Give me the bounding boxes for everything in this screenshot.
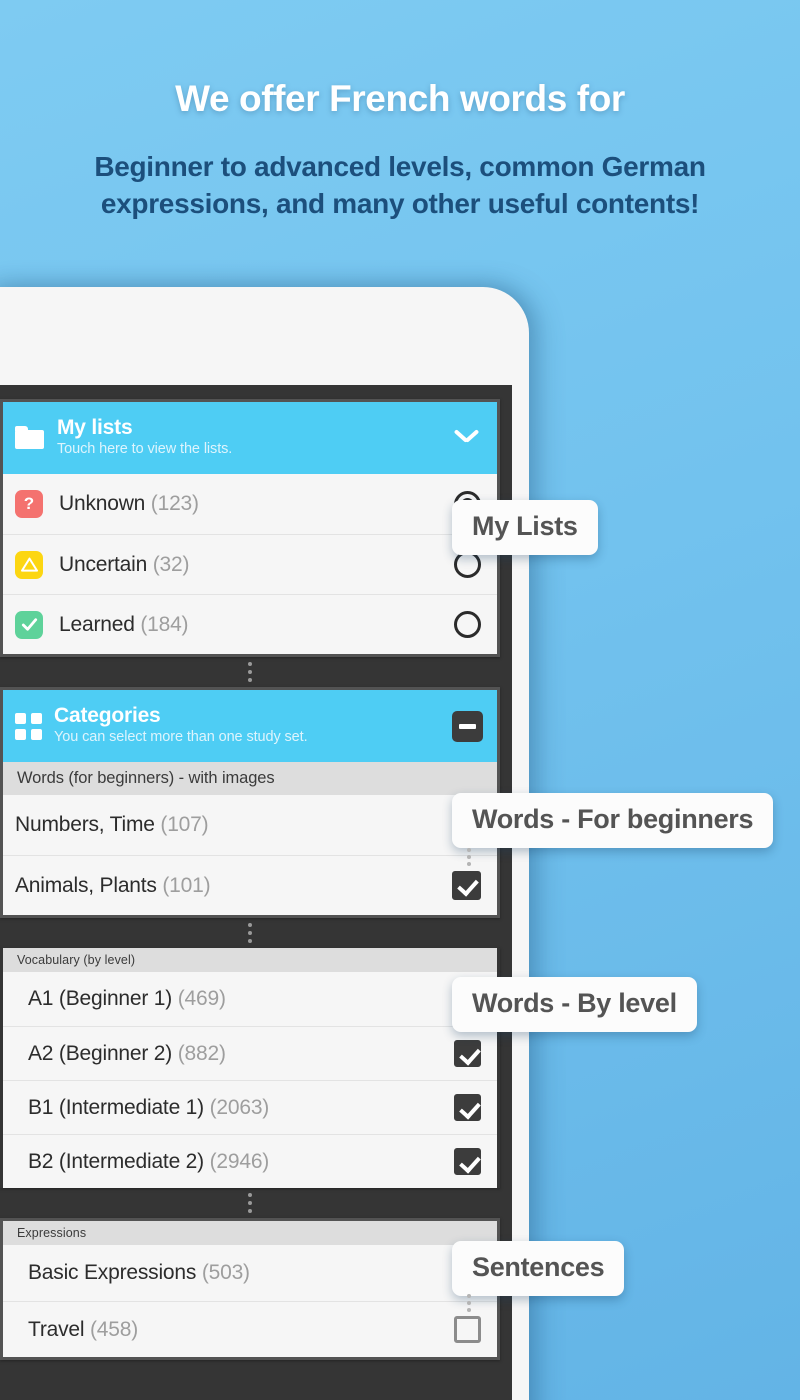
callout-words-for-beginners: Words - For beginners [452,793,774,848]
checkbox-b1[interactable] [454,1094,481,1121]
categories-rows: Numbers, Time (107) Animals, Plants (101… [3,795,497,915]
vocabulary-rows: A1 (Beginner 1) (469) A2 (Beginner 2) (8… [3,972,497,1188]
drag-handle[interactable] [0,918,512,948]
list-item-label: B1 (Intermediate 1) (2063) [28,1095,270,1119]
my-lists-panel: My lists Touch here to view the lists. ?… [0,399,500,657]
expressions-rows: Basic Expressions (503) Travel (458) [3,1245,497,1357]
check-icon [15,610,43,639]
list-item-label: A1 (Beginner 1) (469) [28,987,226,1010]
list-item[interactable]: Numbers, Time (107) [3,795,497,866]
expressions-group-label: Expressions [3,1221,497,1245]
vocabulary-by-level-panel: Vocabulary (by level) A1 (Beginner 1) (4… [0,948,500,1188]
categories-panel: Categories You can select more than one … [0,687,500,918]
page-headline: We offer French words for [175,78,625,119]
list-item[interactable]: ? Unknown (123) [3,474,497,534]
page-subheadline: Beginner to advanced levels, common Germ… [94,151,706,220]
my-lists-rows: ? Unknown (123) Uncertain (32) Learned ( [3,474,497,654]
drag-handle[interactable] [0,1188,512,1218]
list-item[interactable]: A1 (Beginner 1) (469) [3,972,497,1026]
checkbox-animals-plants[interactable] [452,871,481,900]
list-item-label: Travel (458) [28,1317,139,1341]
list-item[interactable]: B2 (Intermediate 2) (2946) [3,1134,497,1188]
my-lists-subtitle: Touch here to view the lists. [57,440,233,457]
list-item[interactable]: Learned (184) [3,594,497,654]
list-item-label: A2 (Beginner 2) (882) [28,1041,226,1065]
expressions-panel: Expressions Basic Expressions (503) Trav… [0,1218,500,1360]
checkbox-b2[interactable] [454,1148,481,1175]
list-item[interactable]: A2 (Beginner 2) (882) [3,1026,497,1080]
chevron-down-icon[interactable] [453,423,483,453]
my-lists-header[interactable]: My lists Touch here to view the lists. [3,402,497,474]
list-item-label: Learned (184) [59,612,189,636]
radio-uncertain[interactable] [454,551,481,578]
categories-title: Categories [54,703,161,727]
promo-screenshot: We offer French words for Beginner to ad… [0,0,800,1400]
callout-my-lists: My Lists [452,500,598,555]
minus-icon[interactable] [452,710,483,742]
checkbox-a2[interactable] [454,1040,481,1067]
categories-header[interactable]: Categories You can select more than one … [3,690,497,762]
row-drag-handle[interactable] [467,1294,471,1312]
callout-words-by-level: Words - By level [452,977,697,1032]
warning-triangle-icon [15,550,43,579]
checkbox-travel[interactable] [454,1316,481,1343]
list-item-label: Basic Expressions (503) [28,1261,250,1284]
list-item-label: Numbers, Time (107) [15,813,209,836]
list-item[interactable]: B1 (Intermediate 1) (2063) [3,1080,497,1134]
list-item[interactable]: Basic Expressions (503) [3,1245,497,1312]
list-item-label: Uncertain (32) [59,552,190,576]
phone-screen: My lists Touch here to view the lists. ?… [0,385,512,1400]
list-item-label: B2 (Intermediate 2) (2946) [28,1149,270,1173]
my-lists-title: My lists [57,415,133,439]
question-icon: ? [15,490,43,518]
vocabulary-group-label: Vocabulary (by level) [3,948,497,972]
list-item[interactable]: Travel (458) [3,1301,497,1357]
folder-icon [15,426,45,450]
list-item[interactable]: Uncertain (32) [3,534,497,594]
grid-icon [15,712,42,740]
list-item-label: Unknown (123) [59,492,199,515]
row-drag-handle[interactable] [467,848,471,866]
radio-learned[interactable] [454,611,481,638]
categories-group-label: Words (for beginners) - with images [3,762,497,795]
categories-subtitle: You can select more than one study set. [54,728,308,745]
callout-sentences: Sentences [452,1241,625,1296]
drag-handle[interactable] [0,657,512,687]
list-item-label: Animals, Plants (101) [15,873,211,897]
list-item[interactable]: Animals, Plants (101) [3,855,497,915]
